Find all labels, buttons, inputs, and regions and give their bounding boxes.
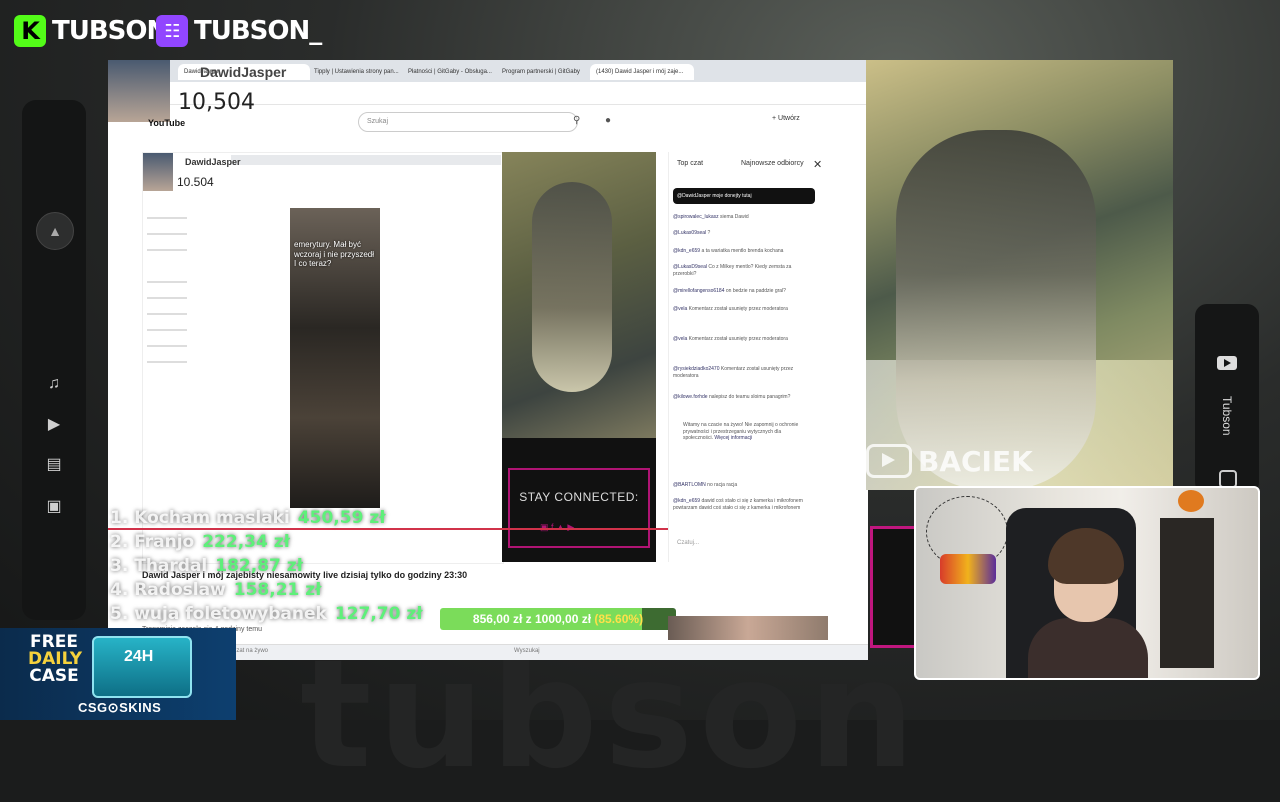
ad-headline: FREE DAILY CASE [28,632,83,686]
nested-sidebar-line [147,297,187,299]
pink-frame [870,526,915,648]
create-button[interactable]: + Utwórz [772,115,800,122]
stream-title: Dawid Jasper i mój zajebisty niesamowity… [142,570,468,580]
ad-brand: CSG⊙SKINS [78,700,162,715]
chat-message: @vela Komentarz został usunięty przez mo… [673,336,788,342]
chat-message: @LukasD9seal Co z Milkey mentlo? Kiedy z… [673,264,792,277]
search-icon[interactable]: ⚲ [573,115,580,126]
chat-sort[interactable]: Najnowsze odbiorcy [741,160,804,167]
main-webcam [866,60,1173,490]
close-icon[interactable]: ✕ [813,158,822,171]
right-sidebar-label: Tubson [1220,396,1234,436]
nested-webcam-person [532,182,612,392]
goal-caption: cel donejtów na nową kartę graficzną [424,578,655,594]
donation-row: 2. Franjo 222,34 zł [110,532,290,552]
nested-channel-name: DawidJasper [185,157,241,167]
stay-connected-panel: STAY CONNECTED: ▣ f ▲ ▶ [502,438,656,562]
streamer-facecam [914,486,1260,680]
nested-subscriber-count: 10.504 [177,175,214,189]
kick-channel-name: TUBSON [52,16,168,46]
overlay-avatar [108,60,170,122]
search-input[interactable]: Szukaj [358,112,578,132]
streamer-person [1028,528,1148,678]
nested-sidebar-line [147,329,187,331]
right-sidebar: Tubson [1195,304,1259,494]
youtube-icon [1217,356,1237,370]
kick-channel-badge: K TUBSON [14,14,168,48]
chat-message: @rysiekdziadko2470 Komentarz został usun… [673,366,794,379]
webcam-person [896,130,1096,490]
chat-message: @kilowe.forhde nalepisz do teamu sloimu … [673,394,791,400]
donation-goal-bar: 856,00 zł z 1000,00 zł (85.60%) [440,608,676,630]
chat-message: @mirellofangenso6184 on bedzie na paddzi… [673,288,786,294]
nested-sidebar-line [147,249,187,251]
twitch-channel-badge: ☷ TUBSON_ [156,14,322,48]
chat-message: @vela Komentarz został usunięty przez mo… [673,306,788,312]
nested-sidebar-line [147,345,187,347]
streamer-hair [1048,528,1124,584]
tab-tipply[interactable]: Tipply | Ustawienia strony pan... [308,64,410,80]
donation-row: 4. Radoslaw 158,21 zł [110,580,322,600]
tab-program[interactable]: Program partnerski | GitGaby [496,64,598,80]
youtube-logo[interactable]: YouTube [148,118,202,130]
chat-header[interactable]: Top czat [677,160,703,167]
case-box-icon [92,636,192,698]
overlay-channel-name: DawidJasper [200,64,287,80]
chat-input[interactable]: Czatuj... [677,540,699,546]
background-watermark: tubson [300,628,921,802]
video-thumbnails[interactable] [668,616,828,640]
nested-sidebar-line [147,281,187,283]
youtube-icon [866,444,912,478]
taskbar-search[interactable]: Wyszukaj [514,648,540,654]
video-icon: ▶ [47,416,61,433]
windows-taskbar: Czat na żywo Wyszukaj [228,644,868,660]
image-icon: ▣ [46,498,62,515]
nested-sidebar-line [147,313,187,315]
screen-capture: DawidJasper Tipply | Ustawienia strony p… [108,60,868,660]
streamer-hoodie [1028,618,1148,678]
chat-message: @spirowalec_lukasz siema Dawid [673,214,749,220]
stay-connected-box: STAY CONNECTED: ▣ f ▲ ▶ [508,468,650,548]
cam-name-overlay: BACIEK [866,444,1033,478]
shorts-caption: emerytury. Mał być wczoraj i nie przysze… [294,240,375,269]
nested-sidebar-line [147,233,187,235]
donation-leaderboard: 1. Kocham maslaki 450,59 zł 2. Franjo 222,… [110,508,450,628]
nested-tab-bar [231,155,501,165]
nested-sidebar-line [147,217,187,219]
music-note-icon: ♫ [48,375,60,392]
twitch-logo-icon: ☷ [156,15,188,47]
overlay-subscriber-count: 10,504 [178,90,255,115]
pumpkin-decoration [1178,490,1204,512]
donation-row: 1. Kocham maslaki 450,59 zł [110,508,386,528]
tab-youtube-live[interactable]: (1430) Dawid Jasper i mój zaje... [590,64,694,80]
pinned-message: @DawidJasper moje donejty tutaj [673,188,815,204]
microphone-icon[interactable]: ● [605,115,611,126]
shelf [1160,518,1214,668]
tab-platnosci[interactable]: Płatności | GitGaby - Obsługa... [402,64,504,80]
twitch-channel-name: TUBSON_ [194,16,322,46]
kick-logo-icon: K [14,15,46,47]
nested-avatar [143,153,173,191]
sponsor-banner[interactable]: FREE DAILY CASE 24H CSG⊙SKINS [0,628,236,720]
chat-message: @BARTLOMN no racja racja [673,482,738,488]
halloween-decoration [940,554,996,584]
ad-24h-badge: 24H [124,648,154,665]
donation-row: 5. wuja foletowybanek 127,70 zł [110,604,423,624]
calendar-icon: ▤ [46,456,62,473]
chat-message: @kdn_e659 dawid coś stało ci się z kamer… [673,498,803,511]
live-chat: Top czat Najnowsze odbiorcy ✕ @DawidJasp… [668,152,822,562]
chat-label: Czat na żywo [232,648,269,654]
chat-message: @kdn_e659 a ta wariatka mentlo brenda ko… [673,248,784,254]
chat-notice: Witamy na czacie na żywo! Nie zapomnij o… [683,422,799,441]
sidebar-avatar-icon: ▲ [36,212,74,250]
chat-message: @Lukas09seal ? [673,230,711,236]
stay-connected-text: STAY CONNECTED: [519,490,639,504]
cam-name: BACIEK [918,444,1033,478]
left-sidebar: ▲ ♫ ▶ ▤ ▣ [22,100,86,620]
nested-sidebar-line [147,361,187,363]
